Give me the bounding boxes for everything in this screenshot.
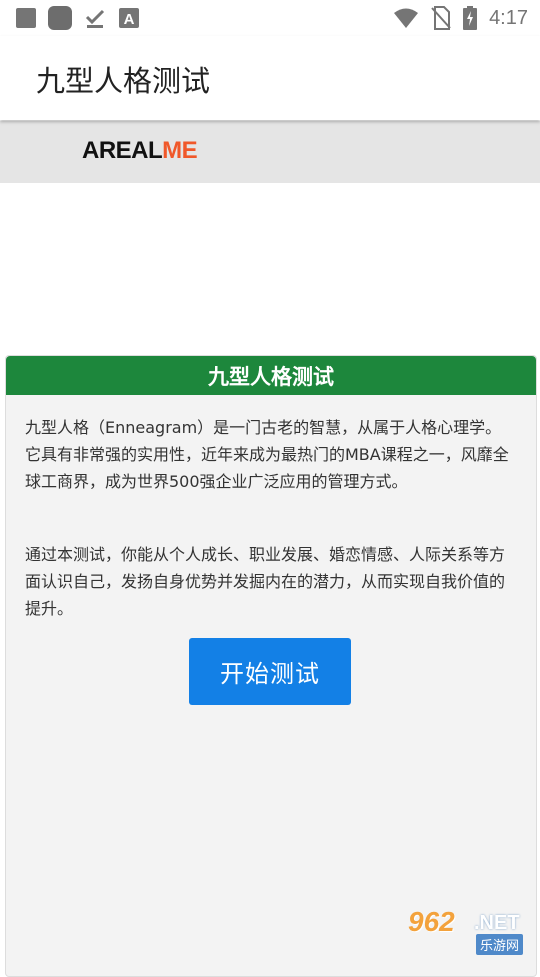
page-title: 九型人格测试 [36, 64, 211, 98]
watermark-sub: 乐游网 [476, 934, 524, 955]
watermark-number: 962 [408, 906, 455, 937]
intro-card: 九型人格测试 九型人格（Enneagram）是一门古老的智慧，从属于人格心理学。… [5, 355, 537, 977]
app-bar: 九型人格测试 [0, 36, 540, 120]
brand-bar: AREALME [0, 121, 540, 183]
status-bar-left: A [16, 6, 140, 30]
brand-logo[interactable]: AREALME [82, 137, 198, 165]
watermark-logo: 962 .NET 乐游网 [408, 904, 534, 955]
watermark-domain: .NET [474, 912, 520, 934]
start-test-button[interactable]: 开始测试 [189, 638, 351, 705]
wifi-icon [394, 8, 419, 28]
battery-charging-icon [463, 6, 478, 30]
app-icon [48, 6, 72, 30]
svg-text:A: A [124, 11, 135, 28]
status-bar: A 4:17 [0, 0, 540, 36]
brand-logo-part1: AREAL [82, 137, 163, 164]
brand-logo-part2: ME [162, 137, 198, 164]
status-time: 4:17 [489, 6, 528, 29]
intro-paragraph-1: 九型人格（Enneagram）是一门古老的智慧，从属于人格心理学。它具有非常强的… [25, 418, 509, 491]
no-sim-icon [431, 6, 451, 30]
text-a-icon: A [119, 8, 139, 28]
intro-paragraph-2: 通过本测试，你能从个人成长、职业发展、婚恋情感、人际关系等方面认识自己，发扬自身… [25, 545, 506, 618]
status-bar-right: 4:17 [393, 6, 528, 30]
download-done-icon [85, 9, 105, 28]
square-icon [16, 8, 36, 28]
card-header: 九型人格测试 [6, 356, 536, 395]
